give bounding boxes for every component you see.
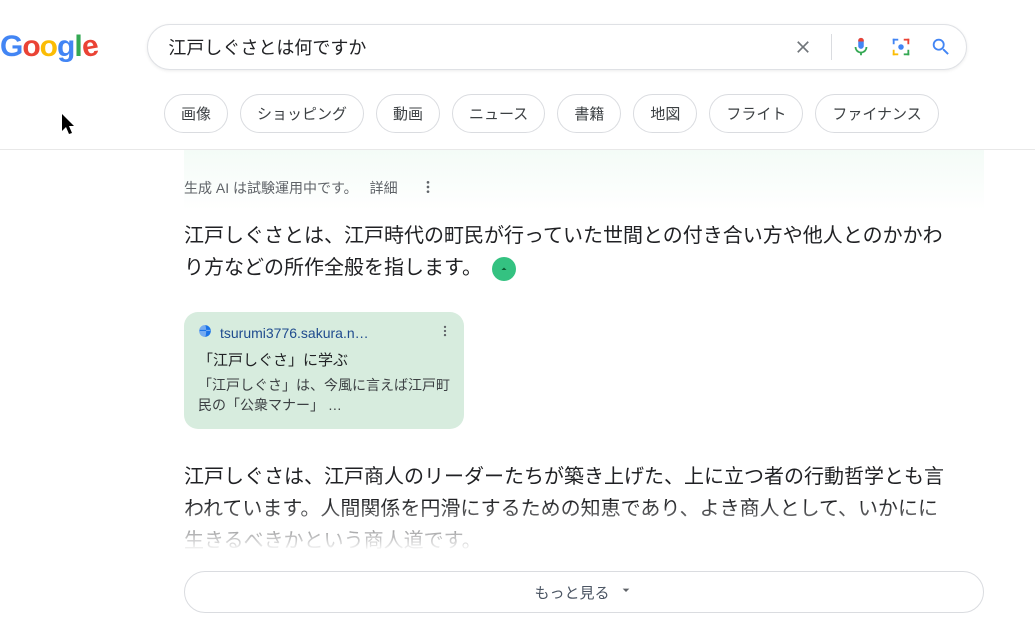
ai-summary-text: 江戸しぐさとは、江戸時代の町民が行っていた世間との付き合い方や他人とのかかわり方… bbox=[184, 220, 954, 284]
chip-shopping[interactable]: ショッピング bbox=[240, 94, 364, 133]
chip-flights[interactable]: フライト bbox=[709, 94, 803, 133]
citation-domain: tsurumi3776.sakura.n… bbox=[220, 325, 369, 341]
cursor-icon bbox=[62, 114, 78, 142]
chevron-down-icon bbox=[618, 582, 634, 602]
more-menu-icon[interactable] bbox=[420, 179, 436, 198]
chip-books[interactable]: 書籍 bbox=[557, 94, 621, 133]
ai-notice: 生成 AI は試験運用中です。 bbox=[184, 178, 358, 198]
chip-maps[interactable]: 地図 bbox=[633, 94, 697, 133]
google-logo[interactable]: Google bbox=[0, 30, 97, 64]
globe-icon bbox=[198, 324, 212, 341]
citation-card[interactable]: tsurumi3776.sakura.n… 「江戸しぐさ」に学ぶ 「江戸しぐさ」… bbox=[184, 312, 464, 429]
chip-images[interactable]: 画像 bbox=[164, 94, 228, 133]
chip-finance[interactable]: ファイナンス bbox=[815, 94, 938, 133]
citation-title: 「江戸しぐさ」に学ぶ bbox=[198, 349, 450, 370]
ai-overview: 生成 AI は試験運用中です。 詳細 江戸しぐさとは、江戸時代の町民が行っていた… bbox=[184, 150, 984, 613]
search-input[interactable] bbox=[168, 37, 793, 58]
citation-snippet: 「江戸しぐさ」は、今風に言えば江戸町民の「公衆マナー」 … bbox=[198, 376, 450, 415]
divider bbox=[831, 34, 832, 60]
lens-icon[interactable] bbox=[890, 36, 912, 58]
chip-videos[interactable]: 動画 bbox=[376, 94, 440, 133]
citation-menu-icon[interactable] bbox=[438, 324, 452, 343]
search-icon[interactable] bbox=[930, 36, 952, 58]
search-bar bbox=[147, 24, 967, 70]
collapse-icon[interactable] bbox=[492, 257, 516, 281]
clear-icon[interactable] bbox=[793, 37, 813, 57]
filter-chips: 画像 ショッピング 動画 ニュース 書籍 地図 フライト ファイナンス bbox=[164, 94, 1035, 133]
show-more-button[interactable]: もっと見る bbox=[184, 571, 984, 613]
ai-learn-more-link[interactable]: 詳細 bbox=[370, 178, 398, 198]
show-more-label: もっと見る bbox=[534, 582, 609, 603]
mic-icon[interactable] bbox=[850, 36, 872, 58]
chip-news[interactable]: ニュース bbox=[452, 94, 545, 133]
ai-paragraph-2: 江戸しぐさは、江戸商人のリーダーたちが築き上げた、上に立つ者の行動哲学とも言われ… bbox=[184, 461, 954, 557]
